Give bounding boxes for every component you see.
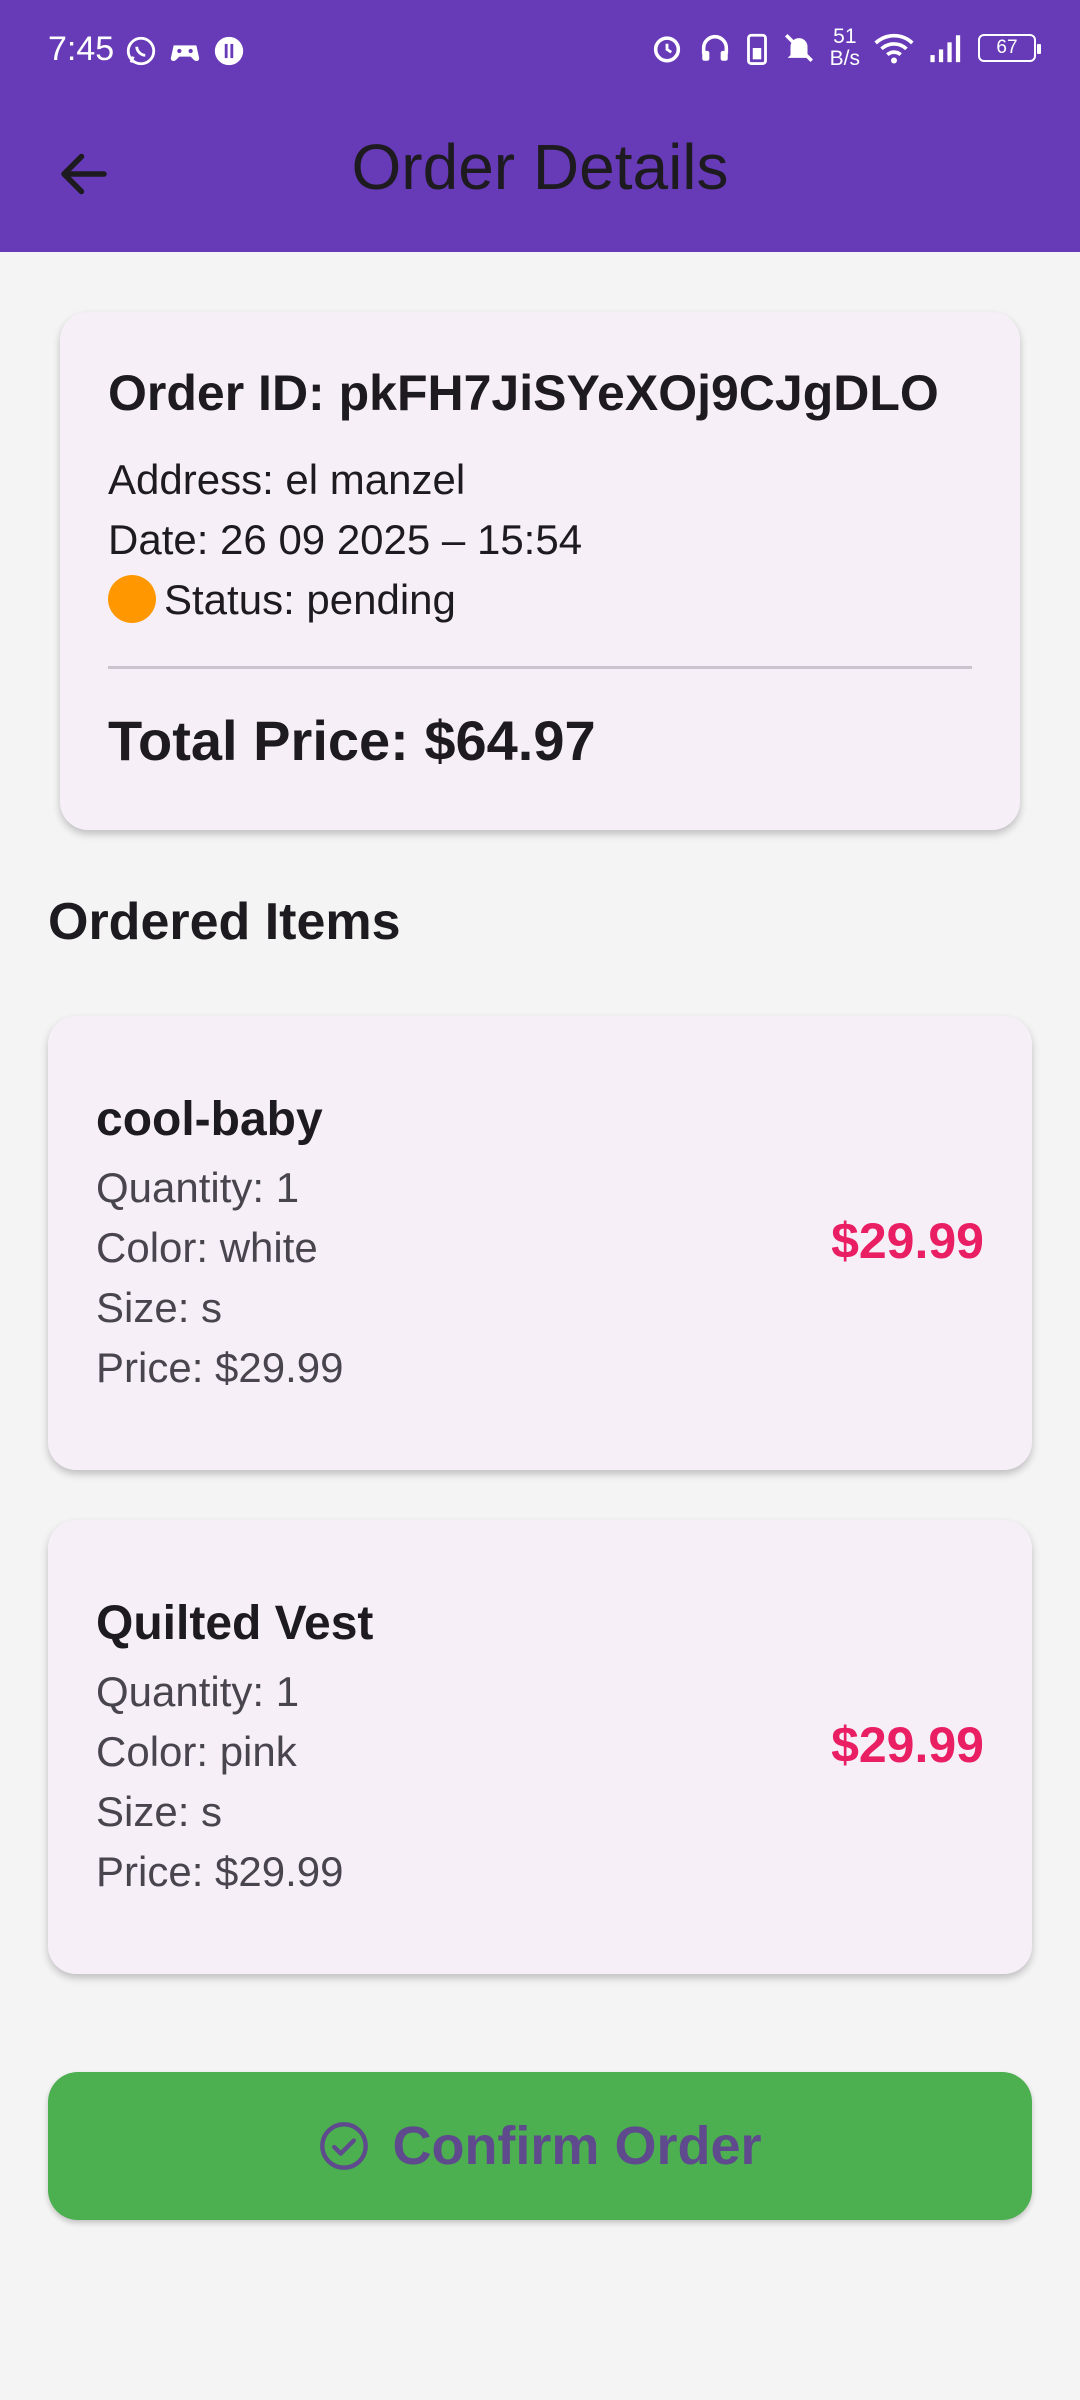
order-status-text: Status: pending xyxy=(164,576,456,623)
item-quantity: Quantity: 1 xyxy=(96,1668,300,1715)
item-name: Quilted Vest xyxy=(96,1597,374,1650)
ordered-item-card[interactable]: Quilted Vest Quantity: 1 Color: pink Siz… xyxy=(48,1520,1032,1974)
page-title: Order Details xyxy=(351,131,729,203)
order-address: Address: el manzel xyxy=(108,456,466,503)
system-icons: 51 B/s 67 xyxy=(650,26,1041,70)
notification-icons xyxy=(124,34,246,68)
game-controller-icon xyxy=(170,45,200,62)
divider xyxy=(108,666,972,669)
status-time: 7:45 xyxy=(48,30,115,68)
whatsapp-icon xyxy=(126,36,156,66)
signal-icon xyxy=(930,35,961,63)
ordered-items-title: Ordered Items xyxy=(48,893,401,951)
item-price: $29.99 xyxy=(831,1717,984,1773)
battery-icon: 67 xyxy=(978,34,1041,62)
headphones-icon xyxy=(701,34,728,61)
ordered-item-card[interactable]: cool-baby Quantity: 1 Color: white Size:… xyxy=(48,1016,1032,1470)
confirm-order-label: Confirm Order xyxy=(392,2116,762,2176)
order-summary-card: Order ID: pkFH7JiSYeXOj9CJgDLO Address: … xyxy=(60,312,1020,830)
status-dot-icon xyxy=(108,574,156,623)
item-size: Size: s xyxy=(96,1284,223,1331)
item-quantity: Quantity: 1 xyxy=(96,1164,300,1211)
net-speed-unit: B/s xyxy=(829,47,860,70)
wifi-icon xyxy=(874,33,914,64)
item-name: cool-baby xyxy=(96,1093,323,1146)
item-price-line: Price: $29.99 xyxy=(96,1848,344,1895)
net-speed: 51 B/s xyxy=(830,26,860,70)
order-date: Date: 26 09 2025 – 15:54 xyxy=(108,516,583,563)
alarm-icon xyxy=(653,36,680,63)
item-price: $29.99 xyxy=(831,1213,984,1269)
bell-off-icon xyxy=(784,33,813,63)
battery-level: 67 xyxy=(996,37,1018,58)
status-bar: 7:45 51 B/s 67 xyxy=(0,0,1080,104)
confirm-order-button[interactable]: Confirm Order xyxy=(48,2072,1032,2220)
order-id: Order ID: pkFH7JiSYeXOj9CJgDLO xyxy=(108,365,939,421)
net-speed-value: 51 xyxy=(833,25,857,48)
app-bar: Order Details xyxy=(0,104,1080,252)
item-price-line: Price: $29.99 xyxy=(96,1344,344,1391)
check-circle-icon xyxy=(320,2122,369,2170)
battery-saver-icon xyxy=(746,33,767,65)
item-color: Color: pink xyxy=(96,1728,297,1775)
order-status: Status: pending xyxy=(108,574,456,627)
order-total: Total Price: $64.97 xyxy=(108,709,596,772)
item-color: Color: white xyxy=(96,1224,318,1271)
item-size: Size: s xyxy=(96,1788,223,1835)
app-icon xyxy=(214,36,244,66)
